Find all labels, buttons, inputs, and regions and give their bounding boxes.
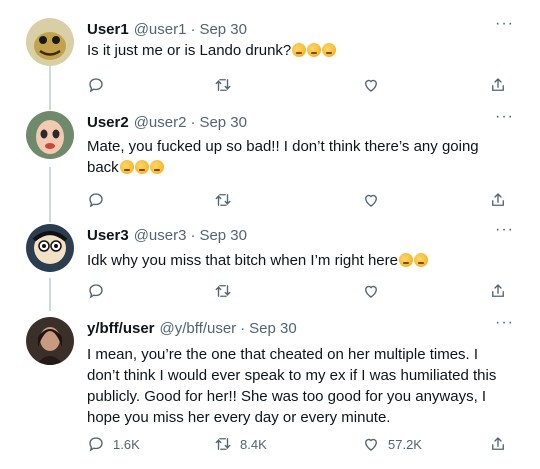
display-name[interactable]: User1 [87,21,129,38]
emoji-icon [119,160,134,174]
handle[interactable]: @user2 [134,114,187,131]
like-button[interactable] [362,282,388,300]
retweet-button[interactable] [214,191,240,209]
emoji-icon [307,43,322,57]
reply-icon [89,193,103,208]
timestamp[interactable]: Sep 30 [199,114,247,131]
reply-icon [89,78,103,93]
avatar[interactable] [26,111,74,159]
emoji-icon [292,43,307,57]
heart-icon [365,285,377,298]
retweet-button[interactable] [214,76,240,94]
handle[interactable]: @y/bff/user [160,320,237,337]
share-icon [492,78,504,91]
share-button[interactable] [489,282,507,300]
separator: · [240,319,246,337]
emoji-row [398,252,428,269]
retweet-icon [215,438,231,450]
share-button[interactable] [489,435,507,453]
tweet-actions [87,76,507,96]
share-button[interactable] [489,76,507,94]
display-name[interactable]: User3 [87,227,129,244]
retweet-icon [215,285,231,297]
separator: · [190,113,196,131]
tweet-header: User2 @user2 · Sep 30 [87,111,247,133]
reply-button[interactable] [87,191,113,209]
thread-line [49,278,51,311]
thread-line [49,66,51,110]
more-icon[interactable]: ··· [495,109,514,125]
heart-icon [365,79,377,92]
tweet-text-content: Is it just me or is Lando drunk? [87,42,292,59]
tweet-header: User1 @user1 · Sep 30 [87,18,247,40]
tweet-header: y/bff/user @y/bff/user · Sep 30 [87,317,297,339]
avatar[interactable] [26,18,74,66]
tweet-actions [87,282,507,302]
avatar[interactable] [26,224,74,272]
like-button[interactable] [362,191,388,209]
retweet-count: 8.4K [240,436,267,452]
tweet-text: Is it just me or is Lando drunk? [87,40,507,61]
share-button[interactable] [489,191,507,209]
display-name[interactable]: User2 [87,114,129,131]
emoji-icon [134,160,149,174]
tweet-text-content: I mean, you’re the one that cheated on h… [87,346,497,426]
handle[interactable]: @user1 [134,21,187,38]
heart-icon [365,194,377,207]
emoji-icon [322,43,337,57]
tweet-text: Idk why you miss that bitch when I’m rig… [87,250,507,271]
share-icon [492,284,504,297]
share-icon [492,193,504,206]
avatar[interactable] [26,317,74,365]
tweet-text: I mean, you’re the one that cheated on h… [87,344,507,428]
reply-button[interactable] [87,76,113,94]
emoji-icon [398,253,413,267]
tweet-text: Mate, you fucked up so bad!! I don’t thi… [87,136,507,178]
tweet-text-content: Idk why you miss that bitch when I’m rig… [87,252,398,269]
timestamp[interactable]: Sep 30 [199,21,247,38]
timestamp[interactable]: Sep 30 [249,320,297,337]
timestamp[interactable]: Sep 30 [199,227,247,244]
handle[interactable]: @user3 [134,227,187,244]
tweet-header: User3 @user3 · Sep 30 [87,224,247,246]
retweet-icon [215,194,231,206]
tweet-actions: 1.6K 8.4K 57.2K [87,435,507,455]
more-icon[interactable]: ··· [495,16,514,32]
separator: · [190,20,196,38]
like-count: 57.2K [388,436,422,452]
reply-button[interactable]: 1.6K [87,435,140,453]
retweet-button[interactable]: 8.4K [214,435,267,453]
tweet-actions [87,191,507,211]
heart-icon [365,438,377,451]
emoji-row [119,159,164,176]
emoji-row [291,42,337,59]
like-button[interactable] [362,76,388,94]
separator: · [190,226,196,244]
reply-count: 1.6K [113,436,140,452]
more-icon[interactable]: ··· [495,315,514,331]
reply-icon [89,284,103,299]
emoji-icon [413,253,428,267]
retweet-icon [215,79,231,91]
reply-icon [89,437,103,452]
thread-line [49,167,51,222]
share-icon [492,437,504,450]
retweet-button[interactable] [214,282,240,300]
display-name[interactable]: y/bff/user [87,320,155,337]
more-icon[interactable]: ··· [495,222,514,238]
reply-button[interactable] [87,282,113,300]
emoji-icon [149,160,164,174]
like-button[interactable]: 57.2K [362,435,422,453]
